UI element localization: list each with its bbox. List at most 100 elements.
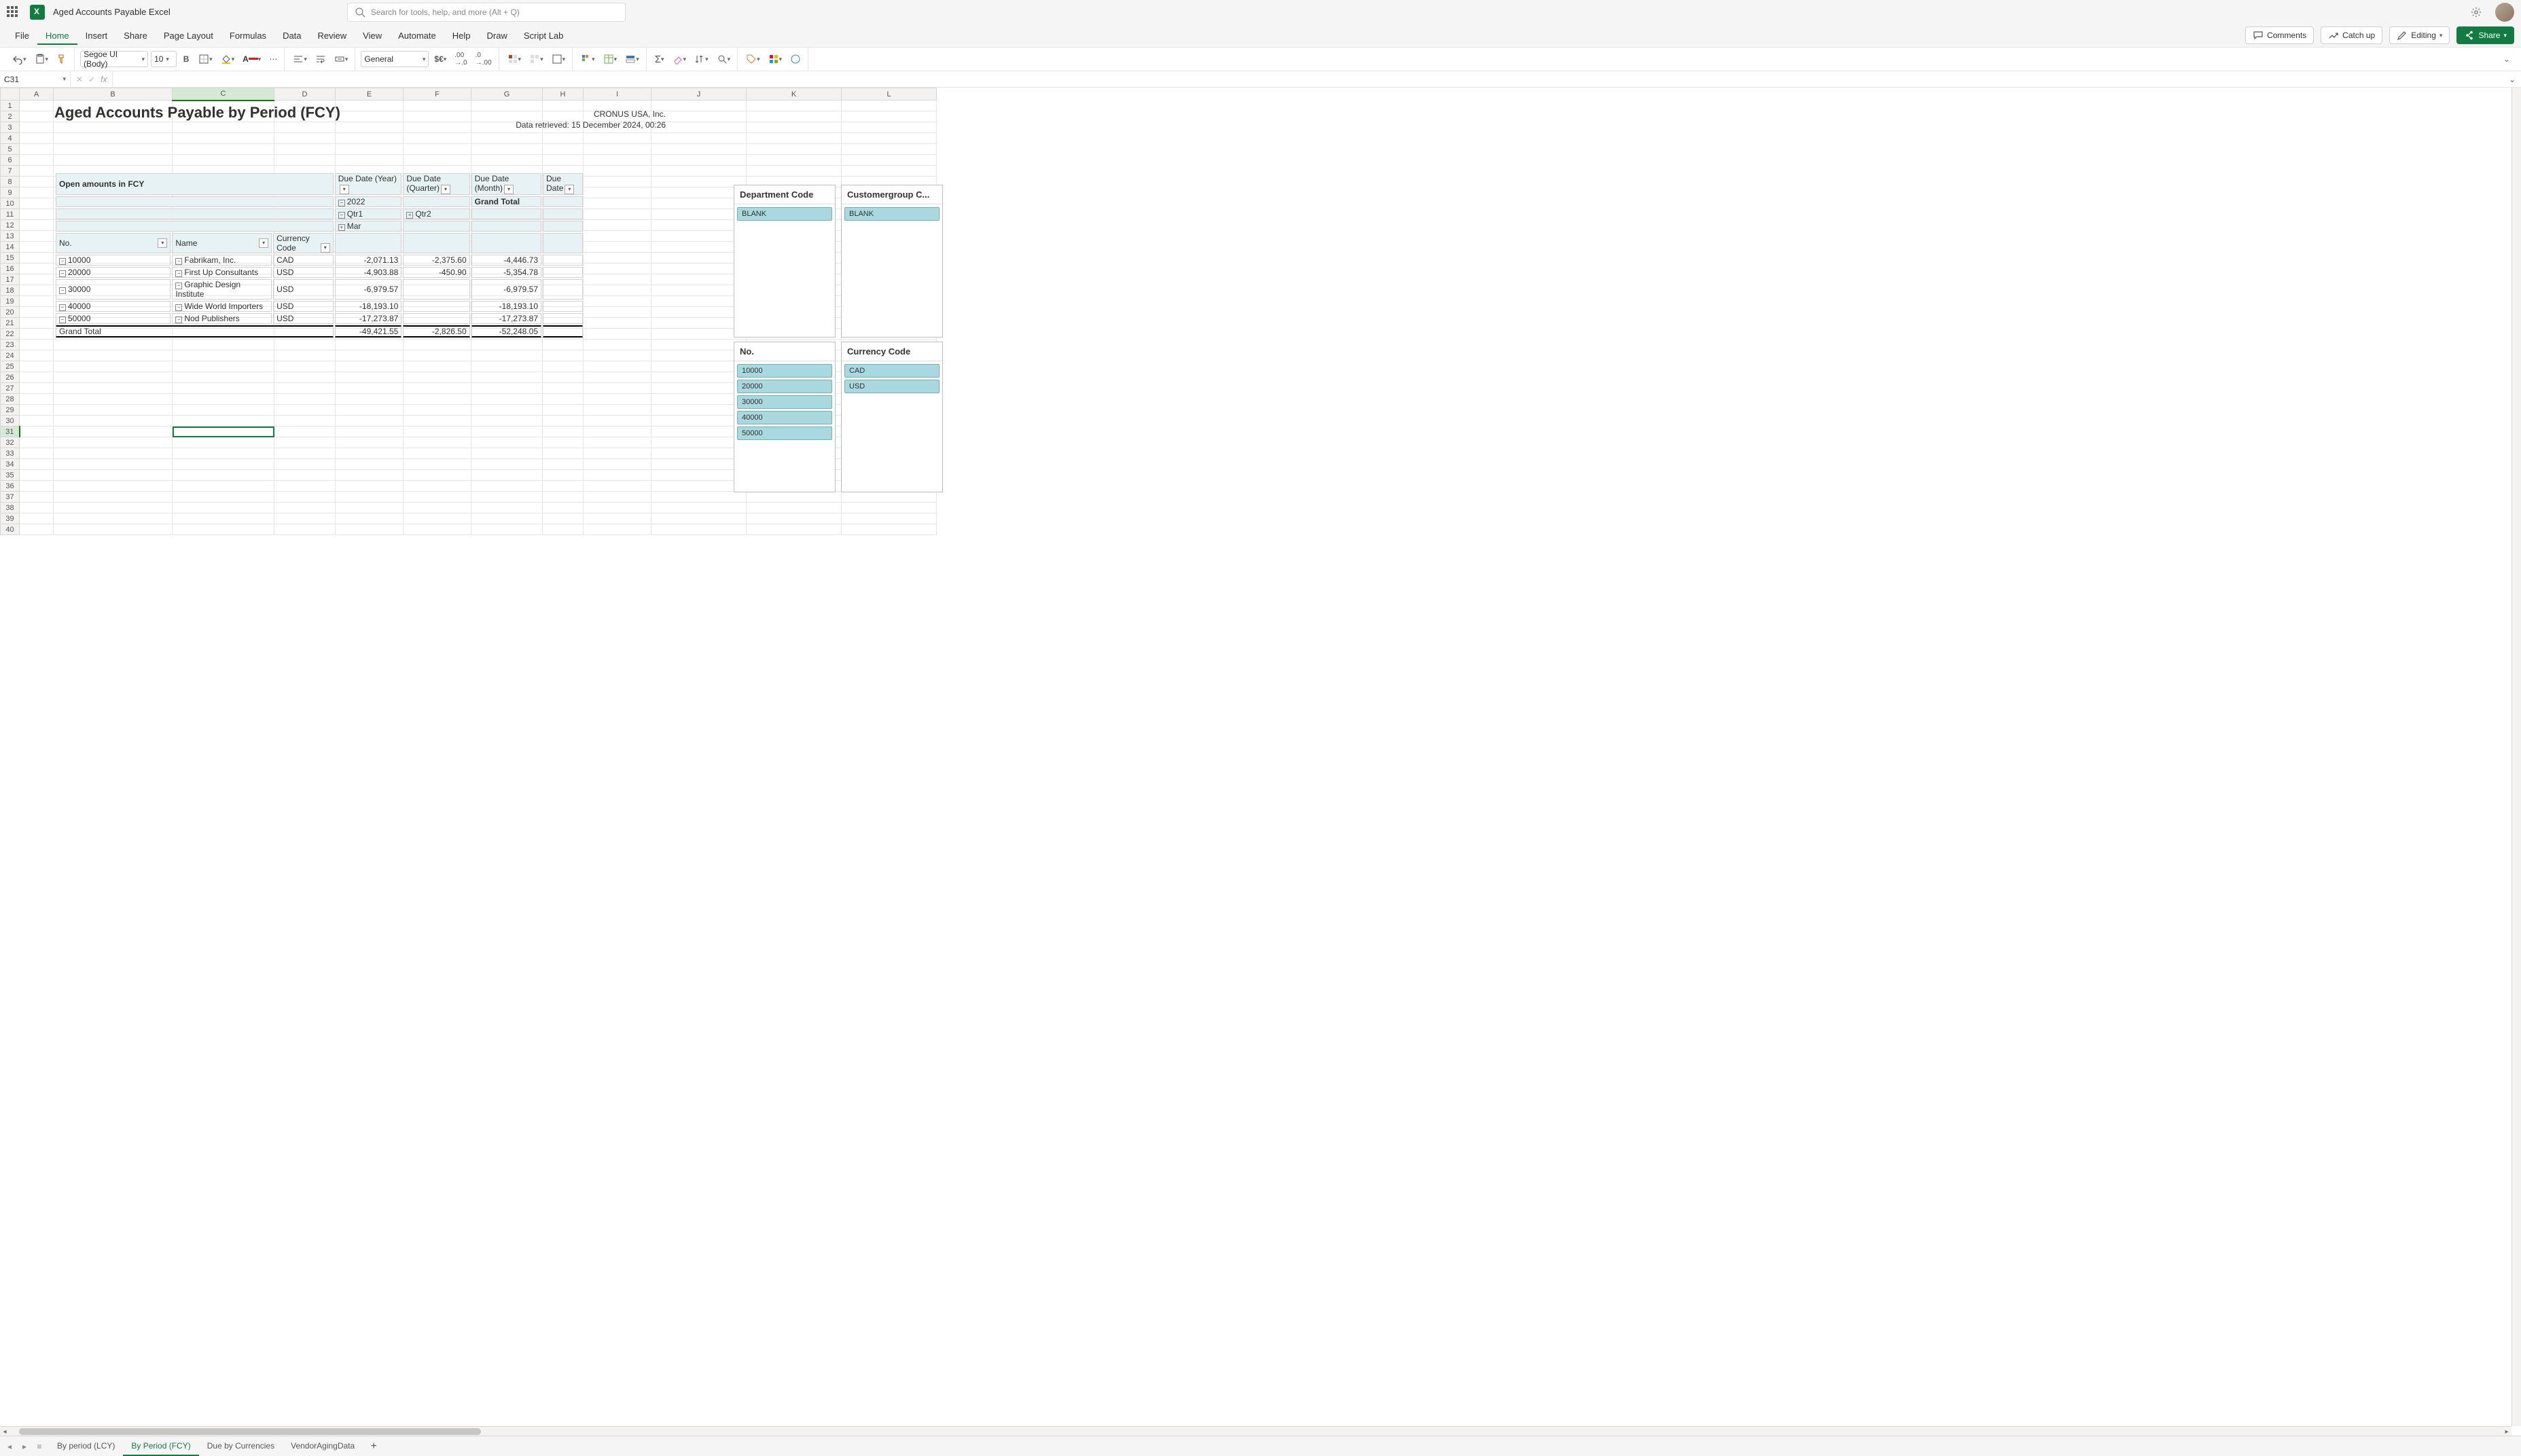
menu-home[interactable]: Home: [37, 26, 77, 45]
slicer-customergroup[interactable]: Customergroup C... BLANK: [841, 185, 943, 338]
cell[interactable]: [20, 340, 54, 350]
cell[interactable]: [20, 263, 54, 274]
menu-review[interactable]: Review: [310, 26, 355, 45]
cell[interactable]: [336, 470, 404, 481]
cell[interactable]: [651, 383, 747, 394]
row-header-31[interactable]: 31: [1, 426, 20, 437]
settings-gear-icon[interactable]: [2471, 7, 2482, 18]
row-header-35[interactable]: 35: [1, 470, 20, 481]
cell[interactable]: [404, 437, 471, 448]
cell[interactable]: [173, 405, 274, 416]
cell[interactable]: [404, 448, 471, 459]
cell[interactable]: [584, 318, 651, 329]
cell[interactable]: [173, 513, 274, 524]
cell[interactable]: [54, 155, 173, 166]
cell[interactable]: [471, 361, 543, 372]
column-header-K[interactable]: K: [747, 88, 842, 101]
collapse-icon[interactable]: −: [175, 258, 182, 265]
cell[interactable]: [274, 503, 336, 513]
table-row[interactable]: −50000−Nod PublishersUSD-17,273.87-17,27…: [56, 313, 583, 324]
cell[interactable]: [20, 274, 54, 285]
fill-color-button[interactable]: ▾: [218, 51, 238, 67]
cell[interactable]: [584, 242, 651, 253]
cell[interactable]: [584, 372, 651, 383]
cell[interactable]: [651, 481, 747, 492]
cell[interactable]: [336, 350, 404, 361]
share-button[interactable]: Share ▾: [2456, 26, 2514, 44]
cell[interactable]: [404, 492, 471, 503]
row-header-26[interactable]: 26: [1, 372, 20, 383]
cell[interactable]: [543, 503, 584, 513]
filter-icon[interactable]: ▾: [504, 185, 514, 194]
row-header-11[interactable]: 11: [1, 209, 20, 220]
table-row[interactable]: −10000−Fabrikam, Inc.CAD-2,071.13-2,375.…: [56, 255, 583, 266]
cell[interactable]: [274, 426, 336, 437]
cell[interactable]: [651, 220, 747, 231]
cell[interactable]: [747, 513, 842, 524]
cell[interactable]: [651, 231, 747, 242]
cell[interactable]: [274, 416, 336, 426]
collapse-icon[interactable]: −: [338, 212, 345, 219]
cell[interactable]: [842, 133, 937, 144]
cell[interactable]: [274, 524, 336, 535]
cell[interactable]: [471, 340, 543, 350]
cell[interactable]: [274, 513, 336, 524]
cell[interactable]: [404, 350, 471, 361]
editing-mode-button[interactable]: Editing ▾: [2389, 26, 2450, 44]
cell[interactable]: [747, 492, 842, 503]
row-header-37[interactable]: 37: [1, 492, 20, 503]
cell[interactable]: [651, 155, 747, 166]
cell[interactable]: [471, 405, 543, 416]
borders-button[interactable]: ▾: [196, 51, 215, 67]
cell[interactable]: [173, 524, 274, 535]
cell[interactable]: [842, 111, 937, 122]
cell[interactable]: [336, 416, 404, 426]
cell[interactable]: [651, 394, 747, 405]
cell[interactable]: [651, 177, 747, 187]
cell[interactable]: [651, 340, 747, 350]
cell[interactable]: [274, 361, 336, 372]
cell[interactable]: [651, 350, 747, 361]
row-header-33[interactable]: 33: [1, 448, 20, 459]
cell[interactable]: [336, 122, 404, 133]
formula-input[interactable]: [113, 71, 2503, 87]
addins-button[interactable]: ▾: [766, 51, 785, 67]
spreadsheet-grid[interactable]: ABCDEFGHIJKL1234567891011121314151617181…: [0, 88, 2521, 1436]
cell[interactable]: [404, 144, 471, 155]
cell[interactable]: [651, 426, 747, 437]
sheet-tab[interactable]: VendorAgingData: [283, 1437, 363, 1456]
sheet-tab[interactable]: By Period (FCY): [123, 1437, 198, 1456]
cancel-formula-icon[interactable]: ✕: [76, 75, 83, 84]
enter-formula-icon[interactable]: ✓: [88, 75, 95, 84]
cell[interactable]: [20, 416, 54, 426]
font-name-select[interactable]: Segoe UI (Body)▾: [80, 51, 148, 67]
cell[interactable]: [274, 470, 336, 481]
cell[interactable]: [20, 122, 54, 133]
cell[interactable]: [336, 426, 404, 437]
cell[interactable]: [336, 437, 404, 448]
copilot-button[interactable]: [787, 51, 804, 67]
cell[interactable]: [336, 144, 404, 155]
column-header-G[interactable]: G: [471, 88, 543, 101]
cell[interactable]: [54, 394, 173, 405]
cell[interactable]: [584, 144, 651, 155]
cell[interactable]: [20, 437, 54, 448]
expand-icon[interactable]: +: [406, 212, 413, 219]
cell[interactable]: [651, 318, 747, 329]
cell[interactable]: [543, 155, 584, 166]
row-header-4[interactable]: 4: [1, 133, 20, 144]
cell[interactable]: [651, 492, 747, 503]
cell[interactable]: [543, 372, 584, 383]
row-header-5[interactable]: 5: [1, 144, 20, 155]
cell[interactable]: [471, 383, 543, 394]
column-header-L[interactable]: L: [842, 88, 937, 101]
cell[interactable]: [584, 524, 651, 535]
column-header-B[interactable]: B: [54, 88, 173, 101]
slicer-item[interactable]: BLANK: [844, 207, 940, 221]
cell[interactable]: [651, 285, 747, 296]
cell[interactable]: [173, 459, 274, 470]
cell[interactable]: [54, 416, 173, 426]
row-header-39[interactable]: 39: [1, 513, 20, 524]
cell[interactable]: [20, 503, 54, 513]
menu-formulas[interactable]: Formulas: [221, 26, 274, 45]
